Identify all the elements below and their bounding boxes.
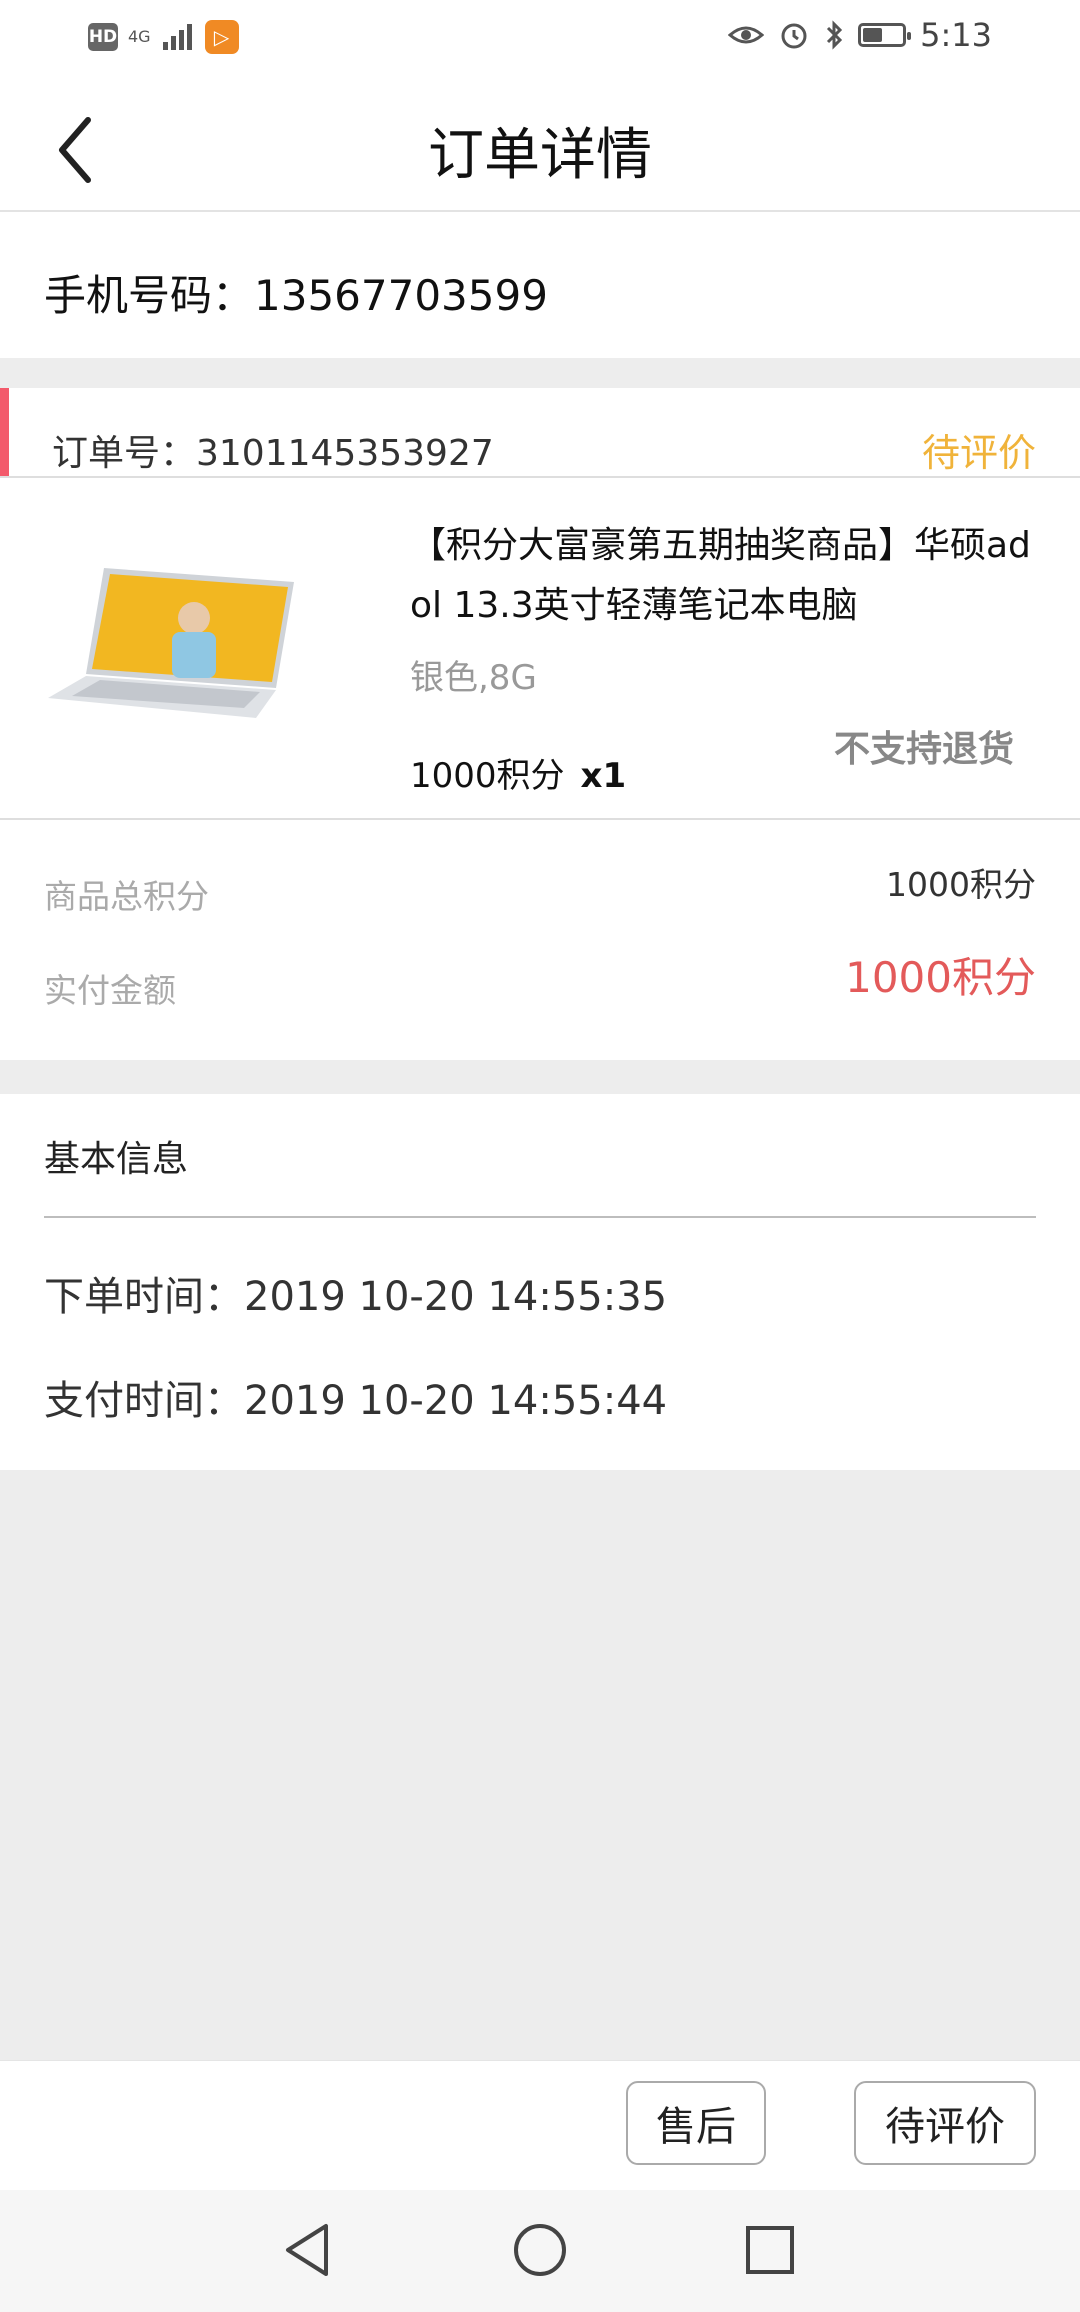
- nav-back-icon[interactable]: [280, 2220, 340, 2280]
- page-title: 订单详情: [428, 123, 652, 188]
- accent-bar: [0, 388, 9, 476]
- navbar: 订单详情: [0, 80, 1080, 212]
- signal-icon: [162, 24, 192, 50]
- pay-time: 支付时间：2019 10-20 14:55:44: [44, 1378, 668, 1424]
- status-time: 5:13: [920, 16, 992, 54]
- alarm-icon: [781, 23, 807, 49]
- return-policy: 不支持退货: [833, 729, 1014, 770]
- network-label: 4G: [128, 27, 151, 46]
- system-nav-bar: [0, 2190, 1080, 2312]
- order-card: 订单号：3101145353927 待评价 【积分大富豪第五期抽奖商品】华硕ad…: [0, 388, 1080, 1060]
- order-number: 订单号：3101145353927: [52, 433, 494, 474]
- status-bar: HD 4G ▷ 5:13: [0, 0, 1080, 80]
- product-spec: 银色,8G: [410, 658, 537, 698]
- paid-amount-value: 1000积分: [845, 953, 1036, 1002]
- battery-level: [863, 28, 883, 42]
- total-points-value: 1000积分: [886, 865, 1036, 904]
- review-button[interactable]: 待评价: [854, 2081, 1036, 2165]
- status-left: HD 4G ▷: [88, 20, 239, 54]
- nav-home-icon[interactable]: [510, 2220, 570, 2280]
- battery-icon: [858, 23, 912, 47]
- phone-number: 手机号码：13567703599: [44, 271, 548, 320]
- product-image[interactable]: [44, 558, 304, 728]
- bottom-action-bar: 售后 待评价: [0, 2060, 1080, 2191]
- divider: [0, 818, 1080, 820]
- eye-icon: [728, 26, 765, 44]
- basic-info-card: 基本信息 下单时间：2019 10-20 14:55:35 支付时间：2019 …: [0, 1094, 1080, 1470]
- hd-badge: HD: [88, 23, 118, 51]
- bluetooth-icon: [827, 20, 843, 50]
- status-right: 5:13: [728, 16, 992, 54]
- product-price: 1000积分: [410, 756, 565, 796]
- paid-amount-label: 实付金额: [44, 971, 176, 1010]
- phone-card: 手机号码：13567703599: [0, 212, 1080, 358]
- after-sale-button[interactable]: 售后: [626, 2081, 766, 2165]
- product-quantity: x1: [580, 756, 627, 796]
- divider: [44, 1216, 1036, 1218]
- app-notification-icon: ▷: [204, 20, 239, 54]
- product-title[interactable]: 【积分大富豪第五期抽奖商品】华硕adol 13.3英寸轻薄笔记本电脑: [410, 516, 1040, 636]
- basic-info-title: 基本信息: [44, 1139, 189, 1180]
- nav-recents-icon[interactable]: [740, 2220, 800, 2280]
- order-status: 待评价: [921, 431, 1036, 475]
- divider: [0, 476, 1080, 478]
- order-time: 下单时间：2019 10-20 14:55:35: [44, 1274, 668, 1320]
- product-price-row: 1000积分 x1: [410, 748, 626, 797]
- total-points-label: 商品总积分: [44, 877, 209, 916]
